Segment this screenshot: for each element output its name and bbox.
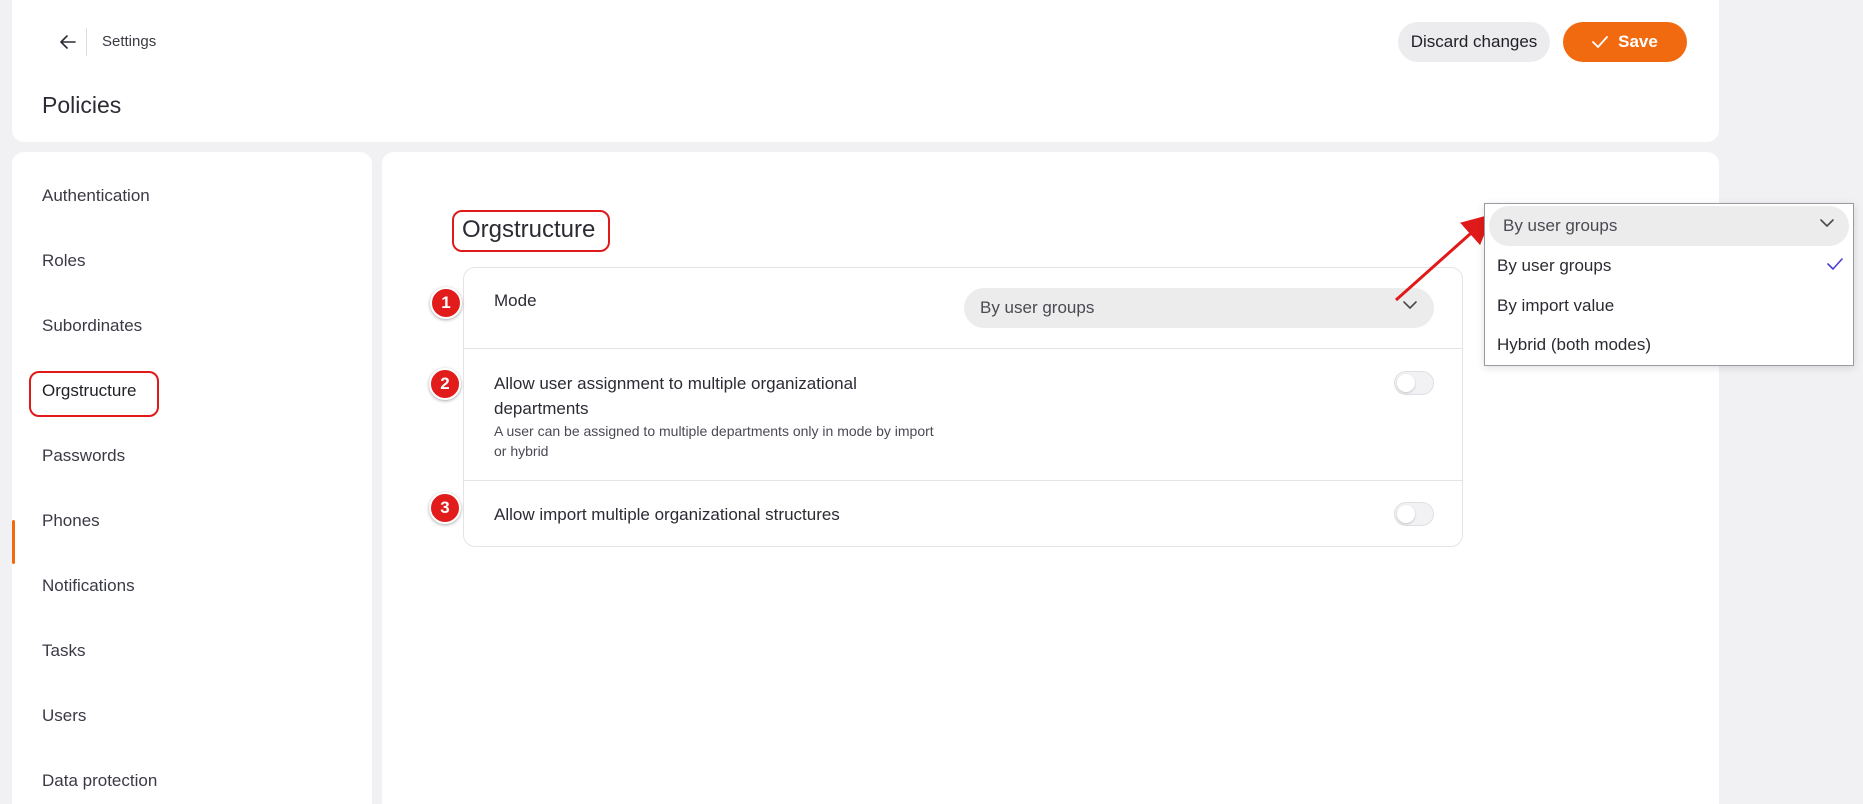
chevron-down-icon bbox=[1403, 301, 1417, 309]
sidebar-item-passwords[interactable]: Passwords bbox=[42, 446, 125, 466]
dropdown-option-by-user-groups[interactable]: By user groups bbox=[1497, 256, 1843, 276]
option-label: By import value bbox=[1497, 296, 1615, 315]
annotation-badge-3: 3 bbox=[429, 492, 461, 524]
breadcrumb[interactable]: Settings bbox=[102, 33, 156, 50]
page-title: Policies bbox=[42, 92, 122, 118]
arrow-left-icon bbox=[60, 35, 76, 49]
back-button[interactable] bbox=[52, 28, 84, 56]
chevron-down-icon bbox=[1820, 219, 1834, 227]
mode-select-value: By user groups bbox=[980, 298, 1095, 317]
mode-row: Mode By user groups bbox=[464, 268, 1462, 349]
sidebar-item-phones[interactable]: Phones bbox=[42, 511, 100, 531]
multi-structure-row: Allow import multiple organizational str… bbox=[464, 481, 1462, 547]
multi-department-toggle[interactable] bbox=[1394, 371, 1434, 395]
toggle-knob bbox=[1397, 374, 1415, 392]
sidebar-item-tasks[interactable]: Tasks bbox=[42, 641, 85, 661]
sidebar-item-roles[interactable]: Roles bbox=[42, 251, 85, 271]
dropdown-option-hybrid[interactable]: Hybrid (both modes) bbox=[1497, 335, 1843, 355]
page-header: Settings Policies Discard changes Save bbox=[12, 0, 1719, 142]
toggle-knob bbox=[1397, 505, 1415, 523]
multi-structure-toggle[interactable] bbox=[1394, 502, 1434, 526]
multi-department-description: A user can be assigned to multiple depar… bbox=[494, 423, 934, 459]
settings-card: Mode By user groups Allow user assignmen… bbox=[463, 267, 1463, 547]
mode-label: Mode bbox=[494, 291, 537, 310]
sidebar-item-notifications[interactable]: Notifications bbox=[42, 576, 135, 596]
sidebar-item-subordinates[interactable]: Subordinates bbox=[42, 316, 142, 336]
sidebar-item-data-protection[interactable]: Data protection bbox=[42, 771, 157, 791]
mode-dropdown-selected: By user groups bbox=[1503, 216, 1618, 235]
sidebar-item-users[interactable]: Users bbox=[42, 706, 86, 726]
multi-department-label: Allow user assignment to multiple organi… bbox=[494, 374, 857, 418]
sidebar-item-authentication[interactable]: Authentication bbox=[42, 186, 150, 206]
multi-structure-label: Allow import multiple organizational str… bbox=[494, 505, 840, 524]
save-button-label: Save bbox=[1618, 32, 1658, 51]
discard-changes-button[interactable]: Discard changes bbox=[1398, 22, 1550, 62]
check-icon bbox=[1827, 258, 1843, 270]
mode-dropdown-select[interactable]: By user groups bbox=[1489, 206, 1849, 246]
sidebar-item-orgstructure[interactable]: Orgstructure bbox=[42, 381, 136, 401]
breadcrumb-divider bbox=[86, 28, 87, 56]
annotation-badge-2: 2 bbox=[429, 368, 461, 400]
check-icon bbox=[1592, 36, 1609, 48]
option-label: By user groups bbox=[1497, 256, 1612, 275]
dropdown-option-by-import-value[interactable]: By import value bbox=[1497, 296, 1843, 316]
mode-dropdown: By user groups By user groups By import … bbox=[1484, 203, 1854, 366]
mode-select[interactable]: By user groups bbox=[964, 288, 1434, 328]
annotation-badge-1: 1 bbox=[430, 287, 462, 319]
sidebar: Authentication Roles Subordinates Orgstr… bbox=[12, 152, 372, 804]
option-label: Hybrid (both modes) bbox=[1497, 335, 1652, 354]
section-title: Orgstructure bbox=[462, 216, 596, 243]
multi-department-row: Allow user assignment to multiple organi… bbox=[464, 349, 1462, 481]
save-button[interactable]: Save bbox=[1563, 22, 1687, 62]
active-indicator bbox=[12, 520, 15, 564]
